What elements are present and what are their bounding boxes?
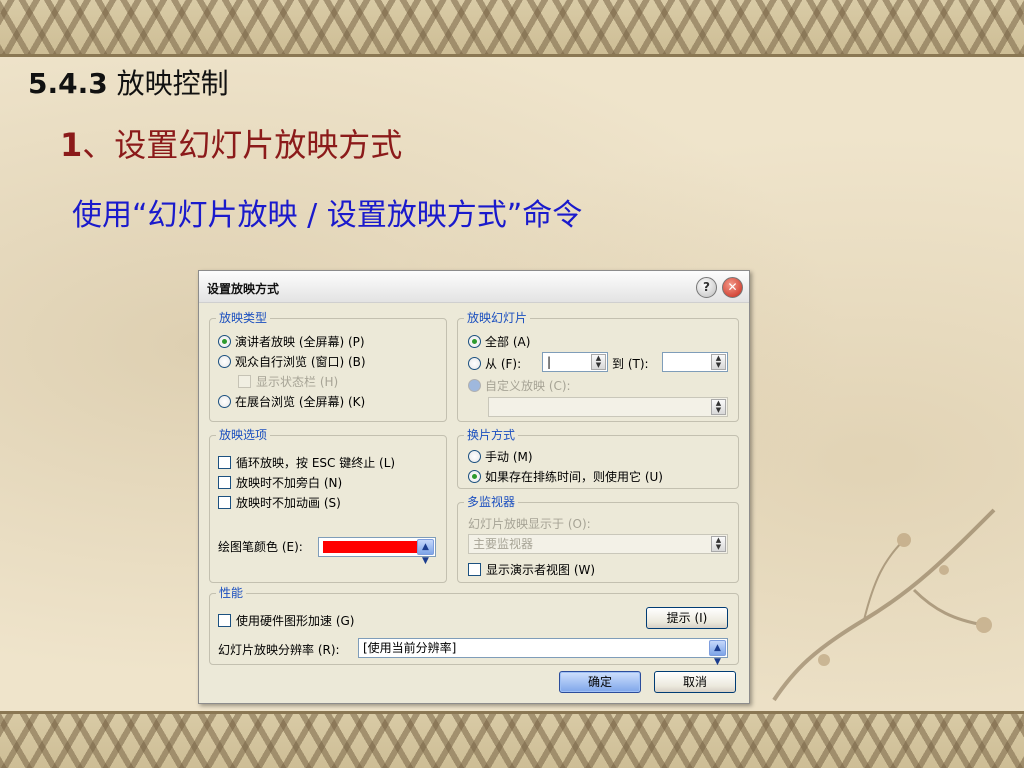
tips-button[interactable]: 提示 (I) bbox=[646, 607, 728, 629]
loop-checkbox[interactable] bbox=[218, 456, 231, 469]
show-type-group: 放映类型 演讲者放映 (全屏幕) (P) 观众自行浏览 (窗口) (B) 显示状… bbox=[209, 310, 447, 422]
use-timings-radio[interactable] bbox=[468, 470, 481, 483]
from-option[interactable]: 从 (F): bbox=[468, 355, 521, 372]
display-on-spin-icon: ▲ ▼ bbox=[711, 536, 726, 552]
ok-button[interactable]: 确定 bbox=[559, 671, 641, 693]
set-up-show-dialog: 设置放映方式 ? ✕ 放映类型 演讲者放映 (全屏幕) (P) 观众自行浏览 (… bbox=[198, 270, 750, 704]
loop-option[interactable]: 循环放映，按 ESC 键终止 (L) bbox=[218, 454, 395, 471]
to-spin-icon[interactable]: ▲ ▼ bbox=[711, 354, 726, 370]
show-slides-title: 放映幻灯片 bbox=[464, 310, 531, 326]
browse-window-option[interactable]: 观众自行浏览 (窗口) (B) bbox=[218, 353, 366, 370]
kiosk-radio[interactable] bbox=[218, 395, 231, 408]
close-icon[interactable]: ✕ bbox=[722, 277, 743, 298]
chevron-down-icon[interactable]: ▲ ▼ bbox=[417, 539, 434, 566]
custom-show-spin-icon: ▲ ▼ bbox=[711, 399, 726, 415]
to-label-row: 到 (T): bbox=[612, 355, 649, 372]
all-slides-option[interactable]: 全部 (A) bbox=[468, 333, 530, 350]
show-scrollbar-option: 显示状态栏 (H) bbox=[238, 373, 338, 390]
from-spinner[interactable]: | ▲ ▼ bbox=[542, 352, 608, 372]
resolution-value: [使用当前分辨率] bbox=[363, 641, 457, 655]
subsection-heading: 1、设置幻灯片放映方式 bbox=[60, 120, 402, 166]
no-narration-checkbox[interactable] bbox=[218, 476, 231, 489]
kiosk-label: 在展台浏览 (全屏幕) (K) bbox=[235, 395, 366, 409]
all-slides-radio[interactable] bbox=[468, 335, 481, 348]
resolution-label: 幻灯片放映分辨率 (R): bbox=[218, 643, 340, 657]
hw-accel-option[interactable]: 使用硬件图形加速 (G) bbox=[218, 612, 354, 629]
from-label: 从 (F): bbox=[485, 357, 522, 371]
manual-label: 手动 (M) bbox=[485, 450, 533, 464]
from-spin-icon[interactable]: ▲ ▼ bbox=[591, 354, 606, 370]
presenter-label: 演讲者放映 (全屏幕) (P) bbox=[235, 335, 365, 349]
no-narration-option[interactable]: 放映时不加旁白 (N) bbox=[218, 474, 342, 491]
multiple-monitors-group: 多监视器 幻灯片放映显示于 (O): 主要监视器 ▲ ▼ 显示演示者视图 (W) bbox=[457, 494, 739, 583]
presenter-option[interactable]: 演讲者放映 (全屏幕) (P) bbox=[218, 333, 365, 350]
resolution-dropdown-icon[interactable]: ▲ ▼ bbox=[709, 640, 726, 667]
no-animation-checkbox[interactable] bbox=[218, 496, 231, 509]
resolution-select[interactable]: [使用当前分辨率] ▲ ▼ bbox=[358, 638, 728, 667]
browse-window-label: 观众自行浏览 (窗口) (B) bbox=[235, 355, 366, 369]
multiple-monitors-title: 多监视器 bbox=[464, 494, 519, 510]
presenter-view-checkbox[interactable] bbox=[468, 563, 481, 576]
custom-show-radio bbox=[468, 379, 481, 392]
custom-show-select: ▲ ▼ bbox=[488, 397, 728, 417]
kiosk-option[interactable]: 在展台浏览 (全屏幕) (K) bbox=[218, 393, 365, 410]
pen-color-picker[interactable]: ▲ ▼ bbox=[318, 537, 436, 566]
top-decorative-border bbox=[0, 0, 1024, 56]
pen-color-label-row: 绘图笔颜色 (E): bbox=[218, 538, 303, 555]
bottom-decorative-border bbox=[0, 712, 1024, 768]
advance-slides-group: 换片方式 手动 (M) 如果存在排练时间，则使用它 (U) bbox=[457, 427, 739, 489]
performance-group: 性能 使用硬件图形加速 (G) 提示 (I) 幻灯片放映分辨率 (R): [使用… bbox=[209, 585, 739, 667]
display-on-select: 主要监视器 ▲ ▼ bbox=[468, 534, 728, 554]
section-number: 5.4.3 bbox=[28, 67, 108, 100]
cancel-button[interactable]: 取消 bbox=[654, 671, 736, 693]
from-value: | bbox=[547, 355, 552, 369]
display-on-value: 主要监视器 bbox=[473, 537, 534, 551]
custom-show-option: 自定义放映 (C): bbox=[468, 377, 571, 394]
subsection-number: 1 bbox=[60, 126, 83, 164]
display-on-label: 幻灯片放映显示于 (O): bbox=[468, 517, 591, 531]
hw-accel-checkbox[interactable] bbox=[218, 614, 231, 627]
browse-window-radio[interactable] bbox=[218, 355, 231, 368]
show-scrollbar-checkbox bbox=[238, 375, 251, 388]
loop-label: 循环放映，按 ESC 键终止 (L) bbox=[236, 456, 396, 470]
show-options-title: 放映选项 bbox=[216, 427, 271, 443]
presenter-view-option[interactable]: 显示演示者视图 (W) bbox=[468, 561, 595, 578]
subsection-title: 、设置幻灯片放映方式 bbox=[82, 126, 403, 164]
manual-option[interactable]: 手动 (M) bbox=[468, 448, 533, 465]
manual-radio[interactable] bbox=[468, 450, 481, 463]
pen-color-label: 绘图笔颜色 (E): bbox=[218, 540, 303, 554]
section-heading: 5.4.3 放映控制 bbox=[28, 62, 229, 102]
pen-color-swatch bbox=[323, 541, 417, 553]
hw-accel-label: 使用硬件图形加速 (G) bbox=[236, 614, 355, 628]
no-animation-label: 放映时不加动画 (S) bbox=[236, 496, 341, 510]
show-options-group: 放映选项 循环放映，按 ESC 键终止 (L) 放映时不加旁白 (N) 放映时不… bbox=[209, 427, 447, 583]
show-slides-group: 放映幻灯片 全部 (A) 从 (F): | ▲ ▼ 到 (T): ▲ ▼ 自定义放映… bbox=[457, 310, 739, 422]
custom-show-label: 自定义放映 (C): bbox=[485, 379, 571, 393]
no-animation-option[interactable]: 放映时不加动画 (S) bbox=[218, 494, 341, 511]
show-scrollbar-label: 显示状态栏 (H) bbox=[256, 375, 339, 389]
resolution-label-row: 幻灯片放映分辨率 (R): bbox=[218, 641, 340, 658]
to-label: 到 (T): bbox=[612, 357, 649, 371]
from-radio[interactable] bbox=[468, 357, 481, 370]
presenter-view-label: 显示演示者视图 (W) bbox=[486, 563, 596, 577]
dialog-title: 设置放映方式 bbox=[207, 282, 280, 296]
display-on-label-row: 幻灯片放映显示于 (O): bbox=[468, 515, 591, 532]
use-timings-option[interactable]: 如果存在排练时间，则使用它 (U) bbox=[468, 468, 663, 485]
use-timings-label: 如果存在排练时间，则使用它 (U) bbox=[485, 470, 663, 484]
section-title: 放映控制 bbox=[107, 67, 229, 100]
instruction-text: 使用“幻灯片放映 / 设置放映方式”命令 bbox=[72, 198, 583, 233]
bottom-border-line bbox=[0, 711, 1024, 714]
no-narration-label: 放映时不加旁白 (N) bbox=[236, 476, 343, 490]
show-type-title: 放映类型 bbox=[216, 310, 271, 326]
advance-slides-title: 换片方式 bbox=[464, 427, 519, 443]
all-slides-label: 全部 (A) bbox=[485, 335, 531, 349]
top-border-line bbox=[0, 54, 1024, 57]
plum-branch-decoration bbox=[772, 508, 996, 702]
dialog-titlebar: 设置放映方式 ? ✕ bbox=[199, 271, 749, 303]
to-spinner[interactable]: ▲ ▼ bbox=[662, 352, 728, 372]
presenter-radio[interactable] bbox=[218, 335, 231, 348]
performance-title: 性能 bbox=[216, 585, 247, 601]
help-icon[interactable]: ? bbox=[696, 277, 717, 298]
